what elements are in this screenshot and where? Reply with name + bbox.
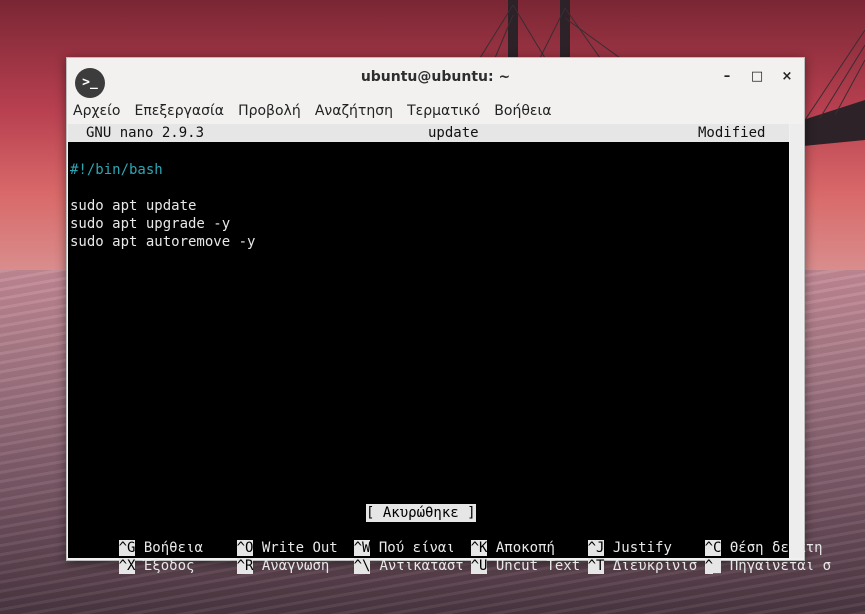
shortcut-key: ^U bbox=[470, 558, 488, 574]
nano-version: GNU nano 2.9.3 bbox=[86, 125, 205, 141]
menu-view[interactable]: Προβολή bbox=[232, 98, 304, 122]
shortcut-key: ^T bbox=[587, 558, 605, 574]
shortcut-label: Πηγαίνεται σ bbox=[729, 558, 832, 574]
menu-help[interactable]: Βοήθεια bbox=[488, 98, 554, 122]
editor-line-3: sudo apt update bbox=[70, 198, 197, 214]
shortcut-key: ^\ bbox=[353, 558, 371, 574]
nano-header: GNU nano 2.9.3 update Modified bbox=[68, 124, 789, 142]
terminal-scrollbar[interactable] bbox=[790, 124, 803, 558]
terminal-area[interactable]: GNU nano 2.9.3 update Modified #!/bin/ba… bbox=[68, 124, 831, 574]
shortcut-key: ^_ bbox=[704, 558, 722, 574]
terminal-window: >_ ubuntu@ubuntu: ~ – □ × Αρχείο Επεξεργ… bbox=[66, 57, 831, 574]
shortcut-go-to-line[interactable]: ^_ Πηγαίνεται σ bbox=[654, 539, 831, 593]
close-button[interactable]: × bbox=[777, 67, 797, 87]
shortcut-key: ^X bbox=[118, 558, 136, 574]
menu-edit[interactable]: Επεξεργασία bbox=[129, 98, 227, 122]
menu-search[interactable]: Αναζήτηση bbox=[309, 98, 396, 122]
menu-file[interactable]: Αρχείο bbox=[67, 98, 123, 122]
minimize-button[interactable]: – bbox=[717, 67, 737, 87]
nano-filename: update bbox=[428, 125, 479, 141]
menubar: Αρχείο Επεξεργασία Προβολή Αναζήτηση Τερ… bbox=[67, 98, 804, 122]
shortcut-key: ^R bbox=[236, 558, 254, 574]
maximize-button[interactable]: □ bbox=[747, 67, 767, 87]
nano-state: Modified bbox=[698, 125, 766, 141]
window-title: ubuntu@ubuntu: ~ bbox=[360, 69, 511, 85]
title-bar[interactable]: >_ ubuntu@ubuntu: ~ – □ × bbox=[67, 58, 804, 98]
editor-line-5: sudo apt autoremove -y bbox=[70, 234, 256, 250]
editor-line-1: #!/bin/bash bbox=[70, 162, 163, 178]
status-message: [ Ακυρώθηκε ] bbox=[366, 504, 476, 522]
menu-terminal[interactable]: Τερματικό bbox=[401, 98, 483, 122]
shortcut-exit[interactable]: ^X Έξοδος bbox=[68, 539, 194, 593]
editor-line-4: sudo apt upgrade -y bbox=[70, 216, 231, 232]
